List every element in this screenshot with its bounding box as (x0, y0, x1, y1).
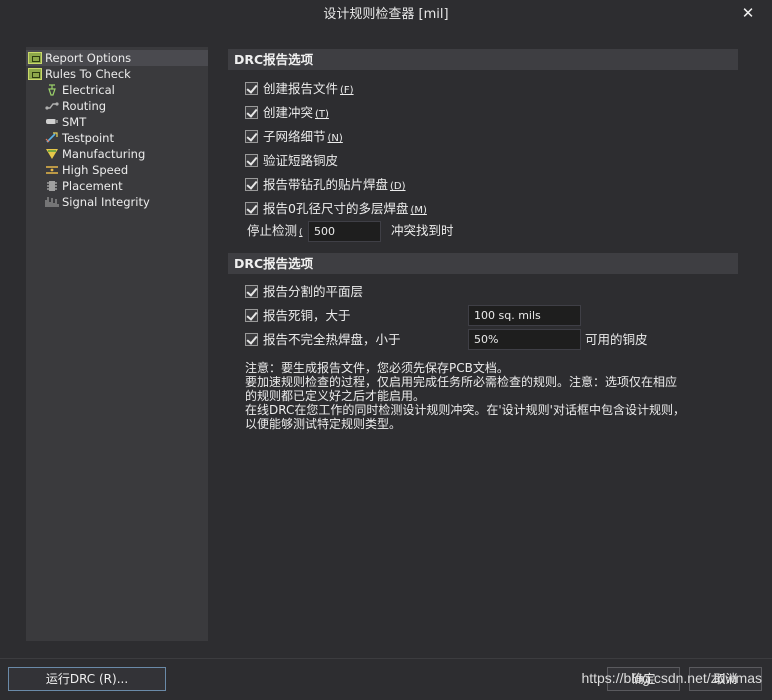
checkbox-label: 报告分割的平面层 (263, 284, 364, 299)
notes-text: 注意：要生成报告文件，您必须先保存PCB文档。 要加速规则检查的过程，仅启用完成… (245, 361, 725, 431)
window-title: 设计规则检查器 [mil] (323, 7, 449, 22)
stop-detect-label: 停止检测( (247, 223, 303, 238)
checkbox-checked[interactable] (245, 333, 258, 346)
thermal-suffix-label: 可用的铜皮 (585, 332, 648, 347)
tree-item-routing[interactable]: Routing (45, 98, 106, 114)
stop-suffix-label: 冲突找到时 (391, 223, 454, 238)
checkbox-checked[interactable] (245, 130, 258, 143)
checkbox-label: 报告带钻孔的贴片焊盘 (263, 177, 389, 192)
tree-item-label: Signal Integrity (62, 195, 150, 209)
run-drc-button[interactable]: 运行DRC (R)... (8, 667, 166, 691)
rules-icon (28, 68, 42, 80)
checkbox-report-dead-copper[interactable]: 报告死铜，大于 (245, 307, 351, 325)
close-icon[interactable]: ✕ (738, 3, 758, 23)
checkbox-create-report-file[interactable]: 创建报告文件 (F) (245, 80, 354, 98)
tree-item-label: Rules To Check (45, 67, 131, 81)
checkbox-checked[interactable] (245, 285, 258, 298)
stop-count-input[interactable]: 500 (308, 221, 381, 242)
tree-item-label: Routing (62, 99, 107, 113)
section-header-report-options-2: DRC报告选项 (228, 253, 738, 274)
note-line: 的规则都已定义好之后才能启用。 (245, 389, 426, 403)
tree-item-manufacturing[interactable]: Manufacturing (45, 146, 145, 162)
checkbox-label: 报告不完全热焊盘，小于 (263, 332, 401, 347)
tree-item-testpoint[interactable]: Testpoint (45, 130, 114, 146)
tree-item-label: Electrical (62, 83, 115, 97)
checkbox-label: 报告0孔径尺寸的多层焊盘 (263, 201, 409, 216)
hotkey-hint: (D) (390, 181, 406, 192)
hotkey-hint: (F) (340, 85, 354, 96)
thermal-percent-input[interactable]: 50% (468, 329, 581, 350)
checkbox-checked[interactable] (245, 178, 258, 191)
placement-icon (47, 181, 57, 191)
checkbox-subnet-details[interactable]: 子网络细节 (N) (245, 128, 343, 146)
signal-integrity-icon (45, 197, 59, 207)
smt-icon (46, 119, 58, 124)
tree-item-placement[interactable]: Placement (45, 178, 123, 194)
window-titlebar: 设计规则检查器 [mil] (0, 0, 772, 30)
note-line: 以便能够测试特定规则类型。 (245, 417, 402, 431)
hotkey-hint: (T) (315, 109, 329, 120)
section-header-report-options: DRC报告选项 (228, 49, 738, 70)
tree-item-signal-integrity[interactable]: Signal Integrity (45, 194, 150, 210)
dead-copper-area-input[interactable]: 100 sq. mils (468, 305, 581, 326)
note-line: 注意：要生成报告文件，您必须先保存PCB文档。 (245, 361, 509, 375)
checkbox-report-incomplete-thermal[interactable]: 报告不完全热焊盘，小于 (245, 331, 401, 349)
electrical-icon (48, 84, 56, 96)
tree-item-electrical[interactable]: Electrical (45, 82, 115, 98)
manufacturing-icon (46, 149, 58, 159)
tree-item-label: SMT (62, 115, 87, 129)
routing-icon (45, 102, 59, 110)
checkbox-label: 验证短路铜皮 (263, 153, 339, 168)
checkbox-label: 创建报告文件 (263, 81, 339, 96)
note-line: 要加速规则检查的过程，仅启用完成任务所必需检查的规则。注意：选项仅在相应 (245, 375, 678, 389)
checkbox-report-zero-hole-multilayer-pads[interactable]: 报告0孔径尺寸的多层焊盘 (M) (245, 200, 427, 218)
watermark-text: https://blog.csdn.net/zdwmas (581, 670, 762, 686)
tree-item-label: Testpoint (62, 131, 114, 145)
checkbox-checked[interactable] (245, 154, 258, 167)
checkbox-checked[interactable] (245, 106, 258, 119)
checkbox-create-violations[interactable]: 创建冲突 (T) (245, 104, 329, 122)
checkbox-label: 报告死铜，大于 (263, 308, 351, 323)
checkbox-report-split-planes[interactable]: 报告分割的平面层 (245, 283, 363, 301)
tree-item-label: Manufacturing (62, 147, 146, 161)
tree-item-smt[interactable]: SMT (45, 114, 86, 130)
checkbox-label: 子网络细节 (263, 129, 326, 144)
rules-tree: Report Options Rules To Check Electrical… (26, 47, 208, 641)
checkbox-report-drilled-smt-pads[interactable]: 报告带钻孔的贴片焊盘 (D) (245, 176, 406, 194)
note-line: 在线DRC在您工作的同时检测设计规则冲突。在'设计规则'对话框中包含设计规则， (245, 403, 685, 417)
checkbox-checked[interactable] (245, 202, 258, 215)
checkbox-verify-shorting-copper[interactable]: 验证短路铜皮 (245, 152, 340, 170)
checkbox-checked[interactable] (245, 82, 258, 95)
tree-item-label: Report Options (45, 51, 132, 65)
hotkey-hint: (N) (327, 133, 343, 144)
rules-icon (28, 52, 42, 64)
tree-item-label: High Speed (62, 163, 129, 177)
high-speed-icon (46, 166, 58, 174)
tree-item-high-speed[interactable]: High Speed (45, 162, 128, 178)
tree-item-rules-to-check[interactable]: Rules To Check (28, 66, 131, 82)
tree-item-report-options[interactable]: Report Options (26, 50, 208, 66)
dialog-body: Report Options Rules To Check Electrical… (0, 30, 772, 658)
checkbox-label: 创建冲突 (263, 105, 314, 120)
tree-item-label: Placement (62, 179, 123, 193)
testpoint-icon (45, 132, 58, 143)
hotkey-hint: (M) (410, 205, 427, 216)
checkbox-checked[interactable] (245, 309, 258, 322)
